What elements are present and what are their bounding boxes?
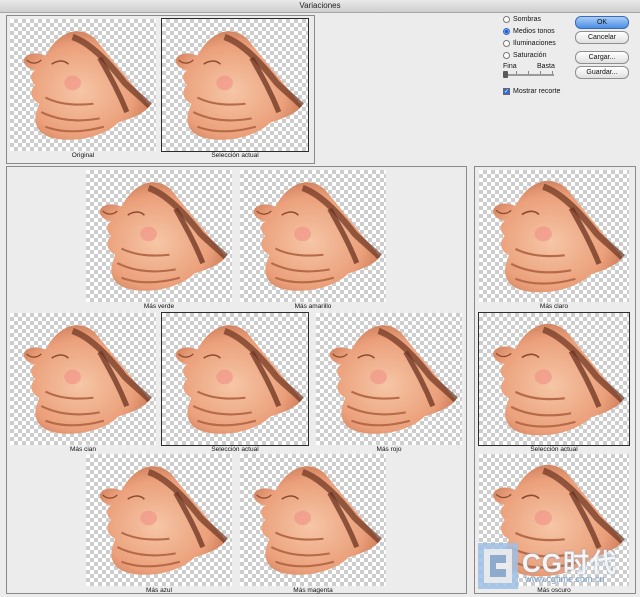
radio-label: Iluminaciones — [513, 40, 556, 47]
ok-button[interactable]: OK — [575, 16, 629, 29]
radio-saturacion[interactable]: Saturación — [503, 52, 546, 59]
show-clipping-checkbox[interactable]: ✓ Mostrar recorte — [503, 88, 560, 95]
caricature-image — [175, 325, 304, 434]
caricature-image — [493, 180, 625, 293]
radio-sombras[interactable]: Sombras — [503, 16, 541, 23]
variation-caption: Selección actual — [530, 446, 578, 453]
variation-thumbnail[interactable] — [86, 170, 232, 302]
variation-thumbnail[interactable] — [316, 313, 462, 445]
caricature-image — [99, 466, 228, 575]
variation-color-0[interactable]: Más verde — [86, 170, 232, 312]
radio-button[interactable] — [503, 52, 510, 59]
caricature-image — [253, 182, 382, 291]
variation-thumbnail[interactable] — [10, 313, 156, 445]
variation-thumbnail[interactable] — [478, 312, 630, 446]
variation-caption: Más claro — [539, 303, 569, 310]
variation-caption: Más magenta — [293, 587, 333, 594]
variation-top-1[interactable]: Selección actual — [161, 18, 309, 161]
radio-iluminaciones[interactable]: Iluminaciones — [503, 40, 556, 47]
variation-thumbnail[interactable] — [10, 19, 156, 151]
slider-tick — [516, 71, 517, 74]
save-button[interactable]: Guardar... — [575, 66, 629, 79]
variation-caption: Selección actual — [211, 152, 259, 159]
variation-color-4[interactable]: Más rojo — [316, 313, 462, 455]
slider-tick — [552, 71, 553, 74]
slider-label-fine: Fina — [503, 63, 517, 70]
load-button[interactable]: Cargar... — [575, 51, 629, 64]
variation-caption: Original — [71, 152, 95, 159]
radio-label: Saturación — [513, 52, 547, 59]
radio-medios-tonos[interactable]: Medios tonos — [503, 28, 555, 35]
variation-color-3[interactable]: Selección actual — [161, 312, 309, 455]
variation-thumbnail[interactable] — [479, 170, 629, 302]
variation-thumbnail[interactable] — [240, 170, 386, 302]
variation-thumbnail[interactable] — [161, 312, 309, 446]
caricature-image — [99, 182, 228, 291]
variation-thumbnail[interactable] — [240, 454, 386, 586]
variation-color-1[interactable]: Más amarillo — [240, 170, 386, 312]
variation-bright-0[interactable]: Más claro — [479, 170, 629, 312]
variation-top-0[interactable]: Original — [10, 19, 156, 161]
watermark-logo: CG时代 www.cgtime.com.cn — [476, 541, 636, 594]
variation-caption: Selección actual — [211, 446, 259, 453]
variation-color-5[interactable]: Más azul — [86, 454, 232, 596]
radio-button[interactable] — [503, 28, 510, 35]
watermark-url: www.cgtime.com.cn — [525, 574, 605, 584]
variation-caption: Más verde — [143, 303, 175, 310]
caricature-image — [493, 323, 625, 436]
slider-tick — [540, 71, 541, 74]
caricature-image — [329, 325, 458, 434]
checkbox-label: Mostrar recorte — [513, 88, 561, 95]
radio-label: Sombras — [513, 16, 542, 23]
slider-tick — [528, 71, 529, 74]
variation-bright-1[interactable]: Selección actual — [478, 312, 630, 455]
window-title: Variaciones — [0, 0, 640, 13]
radio-label: Medios tonos — [513, 28, 555, 35]
detail-slider-track[interactable] — [505, 74, 554, 76]
caricature-image — [23, 31, 152, 140]
variation-caption: Más amarillo — [294, 303, 332, 310]
variation-thumbnail[interactable] — [161, 18, 309, 152]
detail-slider-handle[interactable] — [503, 71, 508, 78]
radio-button[interactable] — [503, 40, 510, 47]
variation-caption: Más azul — [145, 587, 172, 594]
slider-label-coarse: Basta — [537, 63, 555, 70]
variation-color-6[interactable]: Más magenta — [240, 454, 386, 596]
variation-color-2[interactable]: Más cian — [10, 313, 156, 455]
radio-button[interactable] — [503, 16, 510, 23]
caricature-image — [175, 31, 304, 140]
cancel-button[interactable]: Cancelar — [575, 31, 629, 44]
variation-caption: Más rojo — [376, 446, 402, 453]
caricature-image — [23, 325, 152, 434]
caricature-image — [253, 466, 382, 575]
cg-logo-icon — [478, 543, 518, 589]
variation-thumbnail[interactable] — [86, 454, 232, 586]
checkmark-icon[interactable]: ✓ — [503, 88, 510, 95]
variation-caption: Más cian — [69, 446, 96, 453]
